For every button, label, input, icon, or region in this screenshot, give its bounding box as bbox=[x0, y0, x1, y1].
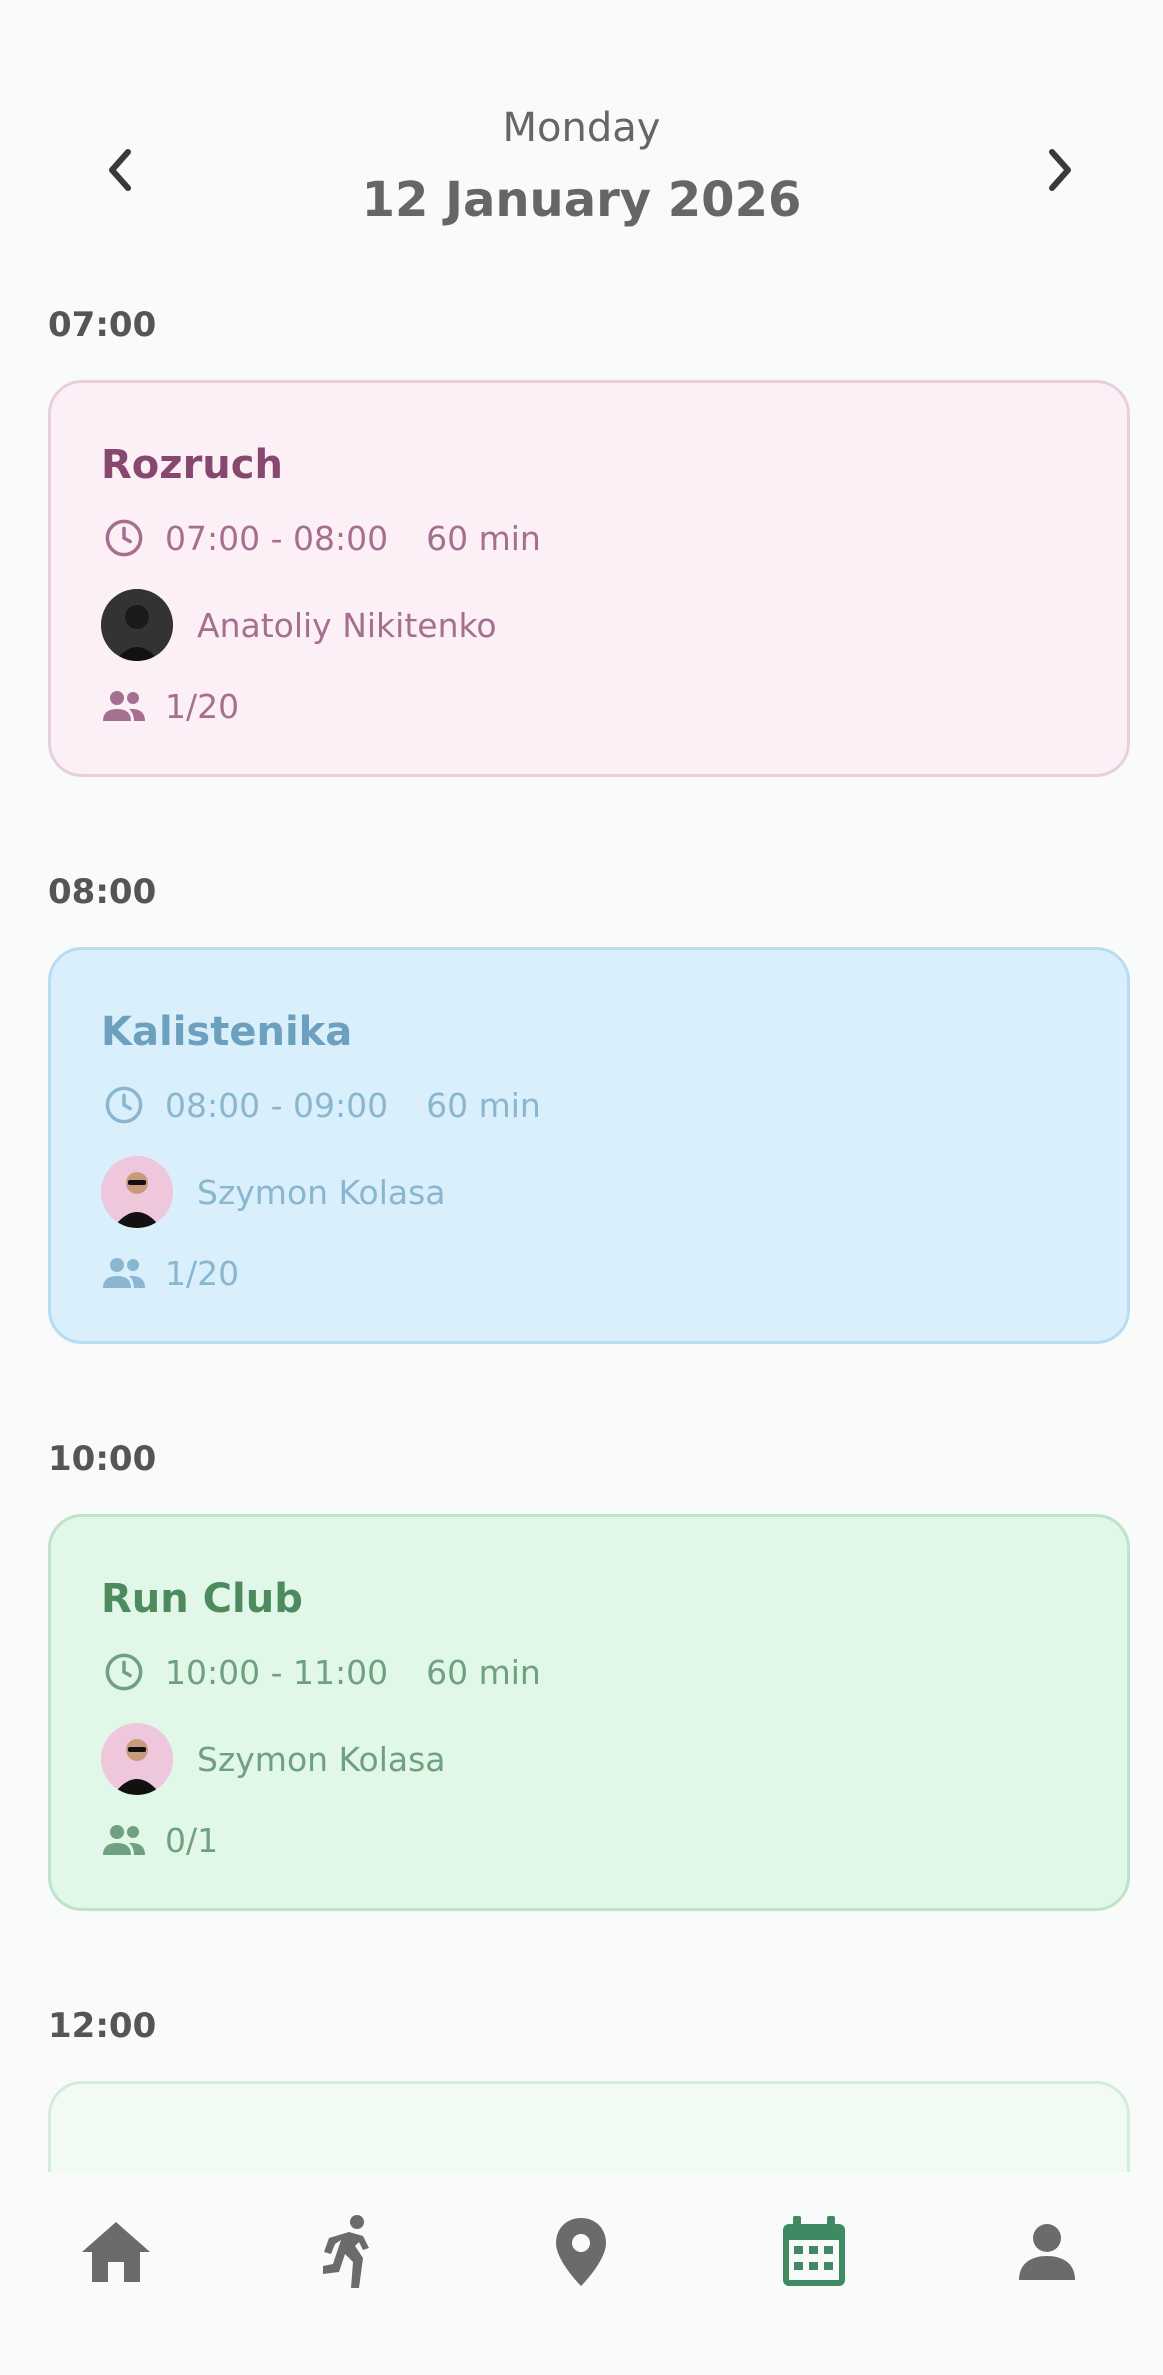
clock-icon bbox=[101, 1082, 147, 1128]
class-title: Run Club bbox=[101, 1576, 303, 1622]
time-slot-label: 08:00 bbox=[48, 872, 157, 912]
date-label: 12 January 2026 bbox=[361, 172, 802, 228]
home-icon bbox=[82, 2222, 151, 2282]
class-card[interactable] bbox=[48, 2081, 1130, 2172]
participants-count: 1/20 bbox=[165, 1253, 240, 1293]
trainer-name: Szymon Kolasa bbox=[197, 1739, 446, 1779]
calendar-icon bbox=[783, 2216, 846, 2286]
class-time-range: 10:00 - 11:00 bbox=[165, 1652, 389, 1692]
time-slot-label: 10:00 bbox=[48, 1439, 157, 1479]
nav-activities[interactable] bbox=[233, 2172, 466, 2332]
people-icon bbox=[101, 683, 147, 729]
class-title: Rozruch bbox=[101, 442, 283, 488]
class-card[interactable]: Kalistenika 08:00 - 09:00 60 min Szymon … bbox=[48, 947, 1130, 1344]
weekday-label: Monday bbox=[502, 105, 661, 151]
people-icon bbox=[101, 1817, 147, 1863]
bottom-navigation bbox=[0, 2172, 1163, 2375]
class-card[interactable]: Run Club 10:00 - 11:00 60 min Szymon Kol… bbox=[48, 1514, 1130, 1911]
next-day-button[interactable] bbox=[1030, 140, 1090, 200]
class-duration: 60 min bbox=[426, 1652, 541, 1692]
class-duration: 60 min bbox=[426, 1085, 541, 1125]
nav-home[interactable] bbox=[0, 2172, 233, 2332]
trainer-avatar bbox=[101, 589, 173, 661]
trainer-name: Szymon Kolasa bbox=[197, 1172, 446, 1212]
class-time-range: 08:00 - 09:00 bbox=[165, 1085, 389, 1125]
location-pin-icon bbox=[556, 2218, 607, 2286]
participants-count: 0/1 bbox=[165, 1820, 219, 1860]
person-icon bbox=[1018, 2224, 1075, 2280]
chevron-right-icon bbox=[1049, 149, 1071, 191]
time-slot-label: 07:00 bbox=[48, 305, 157, 345]
day-header: Monday 12 January 2026 bbox=[0, 0, 1163, 270]
class-title: Kalistenika bbox=[101, 1009, 353, 1055]
people-icon bbox=[101, 1250, 147, 1296]
nav-schedule[interactable] bbox=[698, 2172, 931, 2332]
participants-count: 1/20 bbox=[165, 686, 240, 726]
clock-icon bbox=[101, 1649, 147, 1695]
trainer-avatar bbox=[101, 1723, 173, 1795]
trainer-name: Anatoliy Nikitenko bbox=[197, 605, 497, 645]
trainer-avatar bbox=[101, 1156, 173, 1228]
schedule-list[interactable]: 07:00 Rozruch 07:00 - 08:00 60 min Anato… bbox=[0, 300, 1163, 2172]
class-duration: 60 min bbox=[426, 518, 541, 558]
class-time-range: 07:00 - 08:00 bbox=[165, 518, 389, 558]
nav-locations[interactable] bbox=[465, 2172, 698, 2332]
running-icon bbox=[322, 2215, 369, 2288]
nav-profile[interactable] bbox=[930, 2172, 1163, 2332]
class-card[interactable]: Rozruch 07:00 - 08:00 60 min Anatoliy Ni… bbox=[48, 380, 1130, 777]
clock-icon bbox=[101, 515, 147, 561]
time-slot-label: 12:00 bbox=[48, 2006, 157, 2046]
